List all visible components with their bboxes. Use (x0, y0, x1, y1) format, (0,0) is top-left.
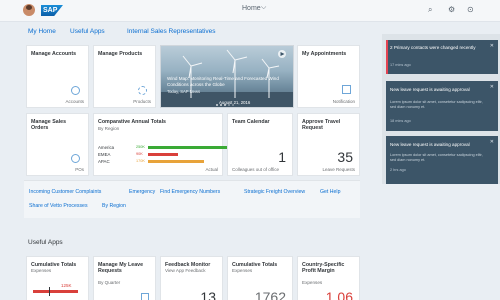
notification-item[interactable]: ✕ New leave request is awaiting approval… (386, 81, 498, 131)
tile-footer: Colleagues out of office (232, 167, 279, 172)
bar-region-label: APAC (98, 159, 110, 164)
section-title-useful-apps: Useful Apps (28, 239, 63, 246)
tile-kpi-value: 1762 (254, 289, 286, 300)
tile-manage-products[interactable]: Manage Products Products (93, 45, 156, 108)
tile-kpi-value: 1.06 (325, 289, 353, 300)
tile-title: Manage My Leave Requests (98, 262, 144, 274)
close-icon[interactable]: ✕ (490, 84, 494, 90)
tile-team-calendar[interactable]: Team Calendar 1 Colleagues out of office (227, 113, 293, 176)
notification-item[interactable]: ✕ 2 Primary contacts were changed recent… (386, 40, 498, 74)
news-date: August 21, 2016 (219, 100, 251, 105)
tab-internal-sales-representatives[interactable]: Internal Sales Representatives (127, 28, 216, 35)
tile-subtitle: View App Feedback (165, 268, 206, 273)
accounts-icon (71, 86, 80, 95)
link-find-emergency-numbers[interactable]: Find Emergency Numbers (160, 189, 220, 195)
news-caption: Wind Map: Monitoring Real-Time and Forec… (167, 76, 279, 87)
tile-title: Manage Accounts (31, 51, 77, 57)
tile-comparative-annual-totals[interactable]: Comparative Annual Totals By Region Amer… (93, 113, 230, 176)
close-icon[interactable]: ✕ (490, 139, 494, 145)
bar-region-label: EMEA (98, 152, 111, 157)
tab-useful-apps[interactable]: Useful Apps (70, 28, 105, 35)
tile-kpi-value: 35 (337, 149, 353, 165)
tile-title: My Appointments (302, 51, 347, 57)
tile-my-appointments[interactable]: My Appointments Notification (297, 45, 360, 108)
tile-manage-my-leave-requests[interactable]: Manage My Leave Requests By Quarter (93, 256, 156, 300)
sales-orders-icon (71, 154, 80, 163)
link-tiles-area: Incoming Customer Complaints Emergency F… (24, 180, 360, 218)
tile-feedback-monitor[interactable]: Feedback Monitor View App Feedback 13 (160, 256, 223, 300)
tile-subtitle: Expenses (232, 268, 253, 273)
news-source: Today, SAP News (167, 89, 201, 94)
page-title[interactable]: Home (242, 5, 261, 12)
calendar-icon (141, 293, 149, 300)
notification-item[interactable]: ✕ New leave request is awaiting approval… (386, 136, 498, 184)
tile-subtitle: Expenses (31, 268, 52, 273)
avatar[interactable] (23, 4, 35, 16)
bar (148, 146, 230, 149)
bar (148, 160, 204, 163)
notification-title: 2 Primary contacts were changed recently (390, 45, 476, 50)
link-get-help[interactable]: Get Help (320, 189, 340, 195)
tab-my-home[interactable]: My Home (28, 28, 56, 35)
chevron-down-icon[interactable]: ⌵ (261, 4, 266, 12)
tile-title: Team Calendar (232, 119, 270, 125)
notification-title: New leave request is awaiting approval (390, 87, 470, 92)
tile-approve-travel-request[interactable]: Approve Travel Request 35 Leave Requests (297, 113, 360, 176)
bullet-bar (33, 290, 78, 293)
close-icon[interactable]: ✕ (490, 43, 494, 49)
tile-footer: Accounts (65, 99, 84, 104)
tile-cumulative-totals-2[interactable]: Cumulative Totals Expenses 1762 (227, 256, 293, 300)
tile-title: Comparative Annual Totals (98, 119, 166, 125)
bar-value-label: 170K (136, 159, 145, 163)
notification-time: 17 mins ago (390, 63, 411, 67)
tile-subtitle: By Quarter (98, 280, 121, 285)
tile-footer: Leave Requests (322, 167, 355, 172)
search-icon[interactable]: ⌕ (428, 5, 432, 15)
tile-footer: POs (75, 167, 84, 172)
notification-body: Lorem ipsum dolor sit amet, consetetur s… (390, 100, 483, 109)
tile-manage-accounts[interactable]: Manage Accounts Accounts (26, 45, 89, 108)
tile-footer: Products (133, 99, 151, 104)
sap-logo[interactable]: SAP (41, 5, 63, 16)
tile-title: Manage Products (98, 51, 143, 57)
tab-bar: My Home Useful Apps Internal Sales Repre… (0, 28, 380, 42)
settings-icon[interactable]: ⚙ (448, 5, 455, 15)
notification-title: New leave request is awaiting approval (390, 142, 470, 147)
tile-title: Country-Specific Profit Margin (302, 262, 345, 274)
notifications-icon[interactable]: ⊙ (467, 5, 474, 15)
tile-subtitle: Expenses (302, 280, 323, 285)
products-icon (138, 86, 147, 95)
link-emergency[interactable]: Emergency (129, 189, 155, 195)
tile-cumulative-totals-1[interactable]: Cumulative Totals Expenses 125K (26, 256, 89, 300)
link-incoming-customer-complaints[interactable]: Incoming Customer Complaints (29, 189, 101, 195)
link-strategic-freight-overview[interactable]: Strategic Freight Overview (244, 189, 305, 195)
priority-indicator (386, 40, 388, 74)
link-share-of-vetto-processes[interactable]: Share of Vetto Processes (29, 203, 88, 209)
bar-value-label: 90K (136, 152, 143, 156)
tile-value: 125K (61, 283, 72, 288)
bar (148, 153, 178, 156)
tile-subtitle: By Region (98, 126, 120, 131)
calendar-icon (342, 85, 351, 94)
tile-kpi-value: 1 (278, 149, 286, 165)
tile-country-specific-profit-margin[interactable]: Country-Specific Profit Margin Expenses … (297, 256, 360, 300)
tile-title: Manage Sales Orders (31, 119, 67, 131)
bullet-target-marker (49, 287, 50, 296)
tile-footer: Actual (205, 167, 218, 172)
notification-time: 18 mins ago (390, 119, 411, 123)
news-tile[interactable]: Wind Map: Monitoring Real-Time and Forec… (160, 45, 294, 108)
tile-kpi-value: 13 (200, 289, 216, 300)
notification-time: 2 hrs ago (390, 168, 406, 172)
tile-manage-sales-orders[interactable]: Manage Sales Orders POs (26, 113, 89, 176)
link-by-region[interactable]: By Region (102, 203, 126, 209)
notification-body: Lorem ipsum dolor sit amet, consetetur s… (390, 153, 483, 162)
tile-title: Approve Travel Request (302, 119, 341, 131)
tile-footer: Notification (332, 99, 355, 104)
bar-region-label: America (98, 145, 115, 150)
shell-bar: SAP Home ⌵ ⌕ ⚙ ⊙ (0, 0, 500, 22)
bar-value-label: 250K (136, 145, 145, 149)
